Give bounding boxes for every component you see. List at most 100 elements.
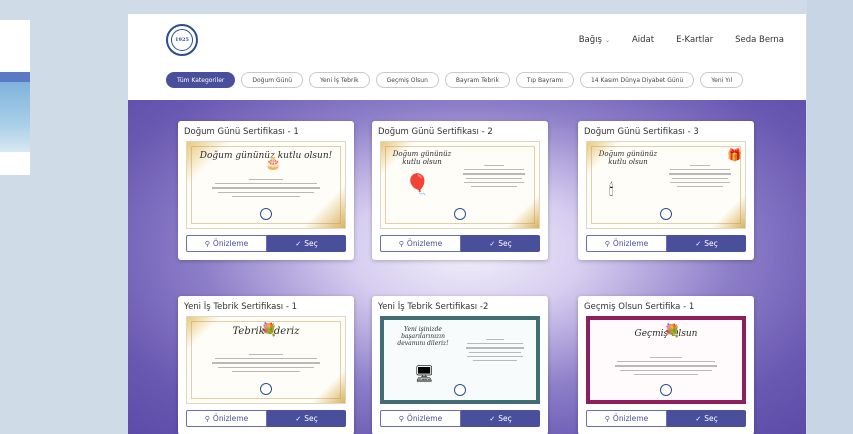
certificate-preview[interactable]: Yeni işinizde başarılarınızın devamını d…: [380, 316, 540, 404]
nav-item-aidat[interactable]: Aidat: [632, 35, 654, 45]
card-title: Yeni İş Tebrik Sertifikası - 1: [184, 302, 298, 312]
flowers-icon: 💐: [664, 324, 681, 339]
certificate-preview[interactable]: Doğum gününüz kutlu olsun 🎈: [380, 141, 540, 229]
card-yeni-is-tebrik-2: Yeni İş Tebrik Sertifikası -2 Yeni işini…: [372, 296, 548, 434]
certificate-text-lines: [209, 176, 323, 197]
tab-tip-bayrami[interactable]: Tıp Bayramı: [515, 72, 574, 88]
check-icon: ✓: [489, 414, 496, 423]
zoom-icon: ⚲: [204, 239, 210, 248]
preview-button[interactable]: ⚲ Önizleme: [186, 410, 267, 427]
zoom-icon: ⚲: [604, 414, 610, 423]
tab-dogum-gunu[interactable]: Doğum Günü: [241, 72, 304, 88]
nav-item-bagis[interactable]: Bağış ⌄: [579, 35, 610, 45]
right-background-panel: [807, 0, 853, 434]
certificate-heading: Doğum gününüz kutlu olsun: [392, 150, 452, 166]
card-title: Yeni İş Tebrik Sertifikası -2: [378, 302, 489, 312]
certificate-text-lines: [209, 351, 323, 372]
select-button[interactable]: ✓ Seç: [267, 410, 346, 427]
certificate-preview[interactable]: Doğum gününüz kutlu olsun 🕯 🎁: [586, 141, 746, 229]
chevron-down-icon: ⌄: [604, 37, 610, 44]
certificate-heading: Yeni işinizde başarılarınızın devamını d…: [397, 326, 449, 347]
tab-gecmis-olsun[interactable]: Geçmiş Olsun: [375, 72, 439, 88]
card-title: Doğum Günü Sertifikası - 3: [584, 127, 699, 137]
tab-bayram-tebrik[interactable]: Bayram Tebrik: [444, 72, 510, 88]
card-dogum-gunu-3: Doğum Günü Sertifikası - 3 Doğum gününüz…: [578, 121, 754, 260]
preview-button[interactable]: ⚲ Önizleme: [586, 410, 667, 427]
card-actions: ⚲ Önizleme ✓ Seç: [380, 235, 540, 252]
tab-diyabet-gunu[interactable]: 14 Kasım Dünya Diyabet Günü: [579, 72, 695, 88]
card-yeni-is-tebrik-1: Yeni İş Tebrik Sertifikası - 1 Tebrik ed…: [178, 296, 354, 434]
check-icon: ✓: [295, 414, 302, 423]
left-background-panel: [0, 20, 30, 175]
preview-label: Önizleme: [406, 414, 443, 423]
certificate-text-lines: [612, 354, 720, 375]
preview-button[interactable]: ⚲ Önizleme: [586, 235, 667, 252]
left-panel-gradient: [0, 82, 30, 152]
select-label: Seç: [704, 239, 718, 248]
certificate-preview[interactable]: Geçmiş Olsun 💐: [586, 316, 746, 404]
certificate-heading: Doğum gününüz kutlu olsun: [598, 150, 658, 166]
seal-icon: [260, 383, 272, 395]
select-label: Seç: [498, 414, 512, 423]
balloons-icon: 🎈: [405, 172, 430, 196]
preview-button[interactable]: ⚲ Önizleme: [380, 410, 461, 427]
card-title: Doğum Günü Sertifikası - 1: [184, 127, 299, 137]
nav-item-user[interactable]: Seda Berna: [735, 35, 784, 45]
category-tabs: Tüm Kategoriler Doğum Günü Yeni İş Tebri…: [128, 66, 806, 94]
card-title: Doğum Günü Sertifikası - 2: [378, 127, 493, 137]
logo[interactable]: 1925: [166, 24, 198, 56]
main-nav: Bağış ⌄ Aidat E-Kartlar Seda Berna: [579, 35, 784, 45]
certificate-text-lines: [464, 336, 526, 362]
select-label: Seç: [704, 414, 718, 423]
cake-icon: 🎂: [265, 156, 282, 171]
seal-icon: [454, 384, 466, 396]
zoom-icon: ⚲: [398, 239, 404, 248]
preview-label: Önizleme: [212, 414, 249, 423]
card-actions: ⚲ Önizleme ✓ Seç: [380, 410, 540, 427]
preview-label: Önizleme: [612, 414, 649, 423]
tab-tum-kategoriler[interactable]: Tüm Kategoriler: [166, 72, 236, 88]
seal-icon: [454, 208, 466, 220]
logo-text: 1925: [175, 37, 189, 43]
seal-icon: [660, 384, 672, 396]
nav-item-e-kartlar[interactable]: E-Kartlar: [676, 35, 713, 45]
card-actions: ⚲ Önizleme ✓ Seç: [186, 410, 346, 427]
select-button[interactable]: ✓ Seç: [461, 410, 540, 427]
card-dogum-gunu-1: Doğum Günü Sertifikası - 1 Doğum gününüz…: [178, 121, 354, 260]
certificate-preview[interactable]: Tebrik ederiz 💐: [186, 316, 346, 404]
nav-item-bagis-label: Bağış: [578, 35, 602, 45]
select-label: Seç: [304, 414, 318, 423]
certificate-text-lines: [667, 162, 733, 188]
zoom-icon: ⚲: [204, 414, 210, 423]
preview-button[interactable]: ⚲ Önizleme: [380, 235, 461, 252]
header: 1925 Bağış ⌄ Aidat E-Kartlar Seda Berna: [128, 14, 806, 66]
certificate-preview[interactable]: Doğum gününüz kutlu olsun! 🎂: [186, 141, 346, 229]
select-label: Seç: [498, 239, 512, 248]
logo-emblem-icon: 1925: [171, 29, 193, 51]
card-dogum-gunu-2: Doğum Günü Sertifikası - 2 Doğum gününüz…: [372, 121, 548, 260]
check-icon: ✓: [489, 239, 496, 248]
preview-button[interactable]: ⚲ Önizleme: [186, 235, 267, 252]
office-desk-icon: 🖥: [414, 364, 435, 383]
tab-yeni-yil[interactable]: Yeni Yıl: [700, 72, 744, 88]
check-icon: ✓: [695, 239, 702, 248]
preview-label: Önizleme: [212, 239, 249, 248]
card-actions: ⚲ Önizleme ✓ Seç: [586, 410, 746, 427]
select-label: Seç: [304, 239, 318, 248]
gift-icon: 🎁: [727, 148, 742, 162]
certificate-text-lines: [461, 162, 527, 188]
card-gecmis-olsun-1: Geçmiş Olsun Sertifika - 1 Geçmiş Olsun …: [578, 296, 754, 434]
select-button[interactable]: ✓ Seç: [267, 235, 346, 252]
check-icon: ✓: [695, 414, 702, 423]
card-actions: ⚲ Önizleme ✓ Seç: [186, 235, 346, 252]
main-window: 1925 Bağış ⌄ Aidat E-Kartlar Seda Berna T…: [128, 14, 806, 434]
select-button[interactable]: ✓ Seç: [667, 235, 746, 252]
select-button[interactable]: ✓ Seç: [667, 410, 746, 427]
select-button[interactable]: ✓ Seç: [461, 235, 540, 252]
seal-icon: [660, 208, 672, 220]
card-actions: ⚲ Önizleme ✓ Seç: [586, 235, 746, 252]
tab-yeni-is-tebrik[interactable]: Yeni İş Tebrik: [309, 72, 370, 88]
zoom-icon: ⚲: [604, 239, 610, 248]
preview-label: Önizleme: [612, 239, 649, 248]
check-icon: ✓: [295, 239, 302, 248]
